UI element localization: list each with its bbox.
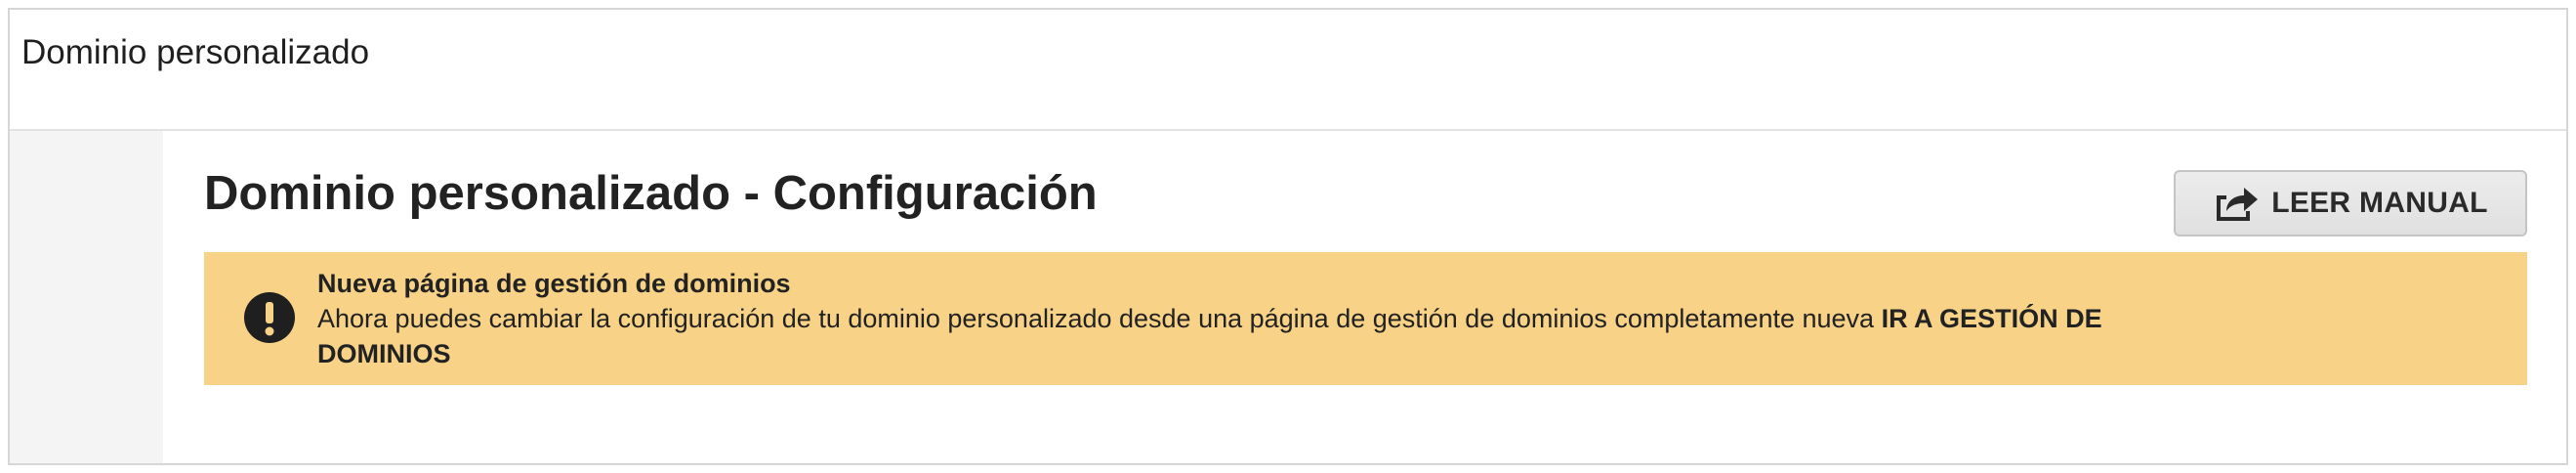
page-header: Dominio personalizado xyxy=(10,10,2566,131)
alert-text: Nueva página de gestión de dominios Ahor… xyxy=(317,266,2173,371)
alert-title: Nueva página de gestión de dominios xyxy=(317,269,791,298)
sidebar xyxy=(10,131,163,463)
header-title: Dominio personalizado xyxy=(21,33,370,71)
domain-management-alert: Nueva página de gestión de dominios Ahor… xyxy=(204,252,2527,385)
main-content: Dominio personalizado - Configuración LE… xyxy=(163,131,2566,463)
window-frame: Dominio personalizado Dominio personaliz… xyxy=(8,8,2568,465)
page-title: Dominio personalizado - Configuración xyxy=(204,167,1098,220)
alert-body: Ahora puedes cambiar la configuración de… xyxy=(317,304,1882,333)
share-arrow-icon xyxy=(2213,184,2260,223)
read-manual-label: LEER MANUAL xyxy=(2271,187,2488,219)
read-manual-button[interactable]: LEER MANUAL xyxy=(2174,170,2527,236)
exclamation-circle-icon xyxy=(243,291,296,344)
